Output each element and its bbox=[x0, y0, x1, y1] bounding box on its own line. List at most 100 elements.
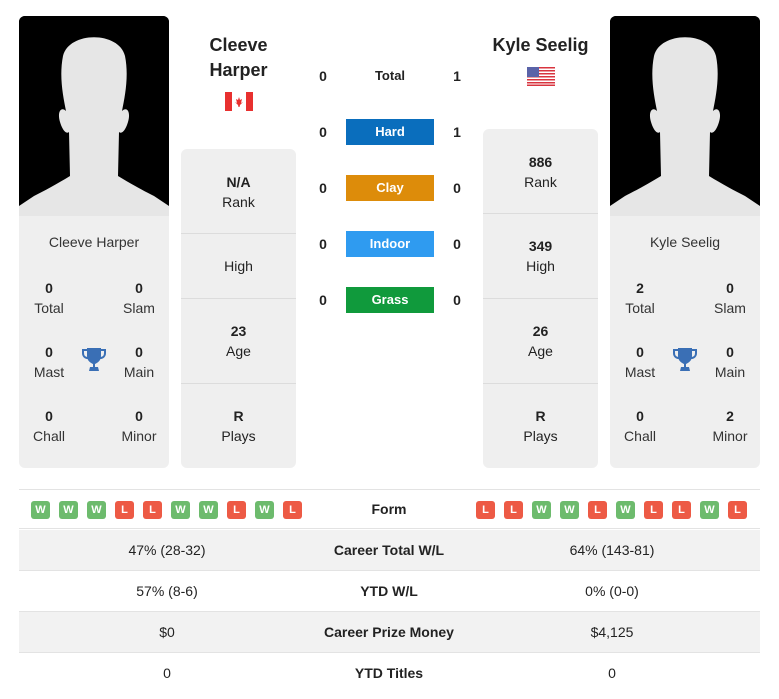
stats-row-career-wl: 47% (28-32) Career Total W/L 64% (143-81… bbox=[19, 530, 760, 571]
h2h-total-label: Total bbox=[374, 68, 406, 83]
label: Chall bbox=[624, 428, 656, 444]
label: Age bbox=[226, 343, 251, 359]
surface-clay-badge[interactable]: Clay bbox=[346, 175, 434, 201]
surface-hard-badge[interactable]: Hard bbox=[346, 119, 434, 145]
usa-flag-icon bbox=[527, 67, 555, 86]
form-loss-badge[interactable]: L bbox=[115, 501, 134, 519]
form-win-badge[interactable]: W bbox=[59, 501, 78, 519]
player1-chall-titles: 0 Chall bbox=[19, 406, 79, 446]
label: Plays bbox=[523, 428, 558, 444]
form-win-badge[interactable]: W bbox=[31, 501, 50, 519]
value: 0 bbox=[135, 344, 143, 360]
name-line1: Cleeve bbox=[209, 35, 268, 55]
player1-minor-titles: 0 Minor bbox=[109, 406, 169, 446]
form-win-badge[interactable]: W bbox=[532, 501, 551, 519]
player2-value: $4,125 bbox=[590, 624, 634, 640]
surface-indoor-badge[interactable]: Indoor bbox=[346, 231, 434, 257]
name-line2: Harper bbox=[209, 60, 268, 80]
stat-label: Career Total W/L bbox=[333, 542, 445, 558]
divider bbox=[181, 383, 296, 384]
form-label: Form bbox=[371, 501, 407, 517]
h2h-left-count: 0 bbox=[319, 180, 327, 196]
value: 2 bbox=[636, 280, 644, 296]
player1-rank: N/A Rank bbox=[181, 172, 296, 212]
h2h-left-count: 0 bbox=[319, 292, 327, 308]
value: 0 bbox=[726, 344, 734, 360]
label: High bbox=[526, 258, 555, 274]
form-loss-badge[interactable]: L bbox=[644, 501, 663, 519]
label: Main bbox=[123, 364, 155, 380]
player1-total-titles: 0 Total bbox=[19, 278, 79, 318]
value: 0 bbox=[135, 408, 143, 424]
value: R bbox=[535, 408, 546, 424]
player2-rank: 886 Rank bbox=[483, 152, 598, 192]
value: 0 bbox=[45, 408, 53, 424]
value: 0 bbox=[45, 280, 53, 296]
divider bbox=[181, 298, 296, 299]
form-loss-badge[interactable]: L bbox=[504, 501, 523, 519]
player2-value: 64% (143-81) bbox=[569, 542, 655, 558]
player1-photo bbox=[19, 16, 169, 216]
label: Plays bbox=[221, 428, 256, 444]
stat-label: Career Prize Money bbox=[324, 624, 454, 640]
form-loss-badge[interactable]: L bbox=[227, 501, 246, 519]
player2-high: 349 High bbox=[483, 236, 598, 276]
label: Slam bbox=[714, 300, 746, 316]
player2-titles-card: Kyle Seelig 2 Total 0 Slam 0 Mast 0 Main… bbox=[610, 216, 760, 468]
value: R bbox=[233, 408, 244, 424]
player2-info-card: 886 Rank 349 High 26 Age R Plays bbox=[483, 129, 598, 468]
form-win-badge[interactable]: W bbox=[560, 501, 579, 519]
value: 0 bbox=[726, 280, 734, 296]
h2h-left-count: 0 bbox=[319, 236, 327, 252]
form-loss-badge[interactable]: L bbox=[728, 501, 747, 519]
player1-value: 0 bbox=[163, 665, 171, 681]
player2-value: 0 bbox=[608, 665, 616, 681]
surface-grass-badge[interactable]: Grass bbox=[346, 287, 434, 313]
player2-name-heading[interactable]: Kyle Seelig bbox=[483, 33, 598, 58]
label: High bbox=[224, 258, 253, 274]
form-win-badge[interactable]: W bbox=[171, 501, 190, 519]
player1-value: 57% (8-6) bbox=[136, 583, 198, 599]
h2h-right-count: 1 bbox=[453, 68, 461, 84]
form-loss-badge[interactable]: L bbox=[476, 501, 495, 519]
form-loss-badge[interactable]: L bbox=[672, 501, 691, 519]
form-win-badge[interactable]: W bbox=[616, 501, 635, 519]
canada-flag-icon bbox=[225, 92, 253, 111]
player2-age: 26 Age bbox=[483, 321, 598, 361]
silhouette-icon bbox=[19, 16, 169, 216]
silhouette-icon bbox=[610, 16, 760, 216]
value: 0 bbox=[45, 344, 53, 360]
form-loss-badge[interactable]: L bbox=[143, 501, 162, 519]
player1-name-heading[interactable]: Cleeve Harper bbox=[181, 33, 296, 83]
h2h-clay-row: 0 Clay 0 bbox=[310, 175, 470, 201]
form-win-badge[interactable]: W bbox=[87, 501, 106, 519]
value: 0 bbox=[636, 344, 644, 360]
player2-mast-titles: 0 Mast bbox=[610, 342, 670, 382]
player1-info-card: N/A Rank High 23 Age R Plays bbox=[181, 149, 296, 468]
player2-value: 0% (0-0) bbox=[585, 583, 639, 599]
value: 0 bbox=[135, 280, 143, 296]
form-win-badge[interactable]: W bbox=[700, 501, 719, 519]
value: N/A bbox=[226, 174, 251, 190]
label: Minor bbox=[712, 428, 748, 444]
divider bbox=[483, 298, 598, 299]
player2-chall-titles: 0 Chall bbox=[610, 406, 670, 446]
label: Total bbox=[625, 300, 655, 316]
stats-row-ytd-titles: 0 YTD Titles 0 bbox=[19, 653, 760, 694]
player1-age: 23 Age bbox=[181, 321, 296, 361]
value: 23 bbox=[230, 323, 247, 339]
form-win-badge[interactable]: W bbox=[199, 501, 218, 519]
label: Chall bbox=[33, 428, 65, 444]
player2-total-titles: 2 Total bbox=[610, 278, 670, 318]
trophy-icon bbox=[82, 348, 106, 371]
form-loss-badge[interactable]: L bbox=[588, 501, 607, 519]
player2-main-titles: 0 Main bbox=[700, 342, 760, 382]
form-win-badge[interactable]: W bbox=[255, 501, 274, 519]
stat-label: YTD W/L bbox=[360, 583, 418, 599]
trophy-icon bbox=[673, 348, 697, 371]
h2h-hard-row: 0 Hard 1 bbox=[310, 119, 470, 145]
divider bbox=[483, 383, 598, 384]
form-loss-badge[interactable]: L bbox=[283, 501, 302, 519]
player1-name: Cleeve Harper bbox=[48, 234, 140, 250]
player1-value: 47% (28-32) bbox=[128, 542, 206, 558]
